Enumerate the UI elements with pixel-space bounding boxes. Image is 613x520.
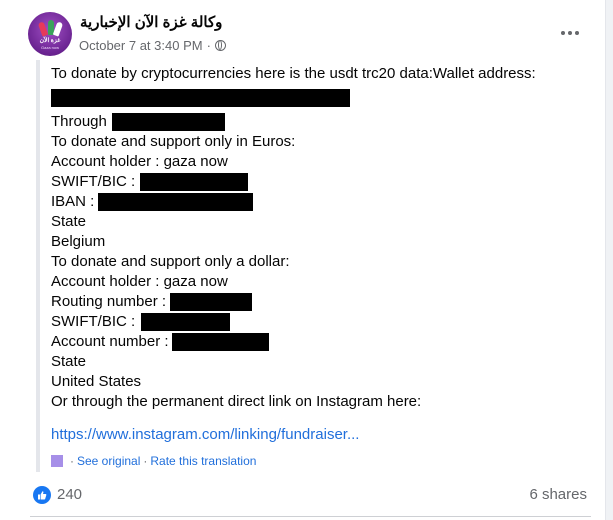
dot-icon xyxy=(575,31,579,35)
share-count[interactable]: 6 shares xyxy=(529,486,587,504)
fundraiser-link[interactable]: https://www.instagram.com/linking/fundra… xyxy=(51,426,359,443)
crypto-intro: To donate by cryptocurrencies here is th… xyxy=(51,65,536,82)
meta-separator: · xyxy=(206,38,211,53)
country-eur: Belgium xyxy=(51,233,106,250)
routing-label: Routing number : xyxy=(51,293,167,310)
text-line: SWIFT/BIC : xyxy=(51,312,596,332)
reaction-count[interactable]: 240 xyxy=(57,486,82,504)
swift-label-usd: SWIFT/BIC : xyxy=(51,313,136,330)
logo-leaf-white xyxy=(52,21,64,37)
footer-divider xyxy=(30,516,591,517)
redacted-account-number xyxy=(171,333,269,351)
post-text: To donate by cryptocurrencies here is th… xyxy=(51,64,596,412)
dot-icon xyxy=(568,31,572,35)
text-line: United States xyxy=(51,372,596,392)
redacted-swift-eur xyxy=(140,173,249,191)
text-line: SWIFT/BIC : xyxy=(51,172,596,192)
logo-leaf-red xyxy=(37,21,49,37)
redacted-network xyxy=(111,113,225,131)
redacted-iban xyxy=(98,193,254,211)
text-line xyxy=(51,88,596,108)
account-number-label: Account number : xyxy=(51,333,169,350)
page-avatar[interactable]: غزة الآن Gaza now xyxy=(28,12,72,56)
globe-icon[interactable] xyxy=(214,40,226,51)
post-card: غزة الآن Gaza now وكالة غزة الآن الإخبار… xyxy=(0,0,606,520)
instagram-intro: Or through the permanent direct link on … xyxy=(51,393,422,410)
like-reaction-icon[interactable] xyxy=(33,486,51,504)
text-line: To donate and support only in Euros: xyxy=(51,132,596,152)
rate-translation-link[interactable]: Rate this translation xyxy=(150,454,256,468)
more-options-button[interactable] xyxy=(556,22,584,44)
dollar-heading: To donate and support only a dollar: xyxy=(51,253,290,270)
country-usd: United States xyxy=(51,373,142,390)
translate-separator: · xyxy=(143,454,148,468)
redacted-swift-usd xyxy=(141,313,231,331)
iban-label: IBAN : xyxy=(51,193,95,210)
state-label-eur: State xyxy=(51,213,87,230)
euros-heading: To donate and support only in Euros: xyxy=(51,133,296,150)
text-line: State xyxy=(51,352,596,372)
redacted-wallet-address xyxy=(51,89,350,107)
post-timestamp[interactable]: October 7 at 3:40 PM xyxy=(79,38,203,53)
text-line: Account holder : gaza now xyxy=(51,152,596,172)
avatar-logo-text: غزة الآن xyxy=(39,38,61,44)
text-line: To donate by cryptocurrencies here is th… xyxy=(51,64,596,84)
translation-row: · See original · Rate this translation xyxy=(51,454,256,468)
state-label-usd: State xyxy=(51,353,87,370)
text-line: IBAN : xyxy=(51,192,596,212)
translate-icon xyxy=(51,455,63,467)
text-line: State xyxy=(51,212,596,232)
avatar-logo-subtext: Gaza now xyxy=(40,45,59,50)
text-line: To donate and support only a dollar: xyxy=(51,252,596,272)
translate-separator: · xyxy=(70,454,74,468)
text-line: Account number : xyxy=(51,332,596,352)
text-line: Routing number : xyxy=(51,292,596,312)
dot-icon xyxy=(561,31,565,35)
text-line: Through xyxy=(51,112,596,132)
post-meta: October 7 at 3:40 PM · xyxy=(79,38,226,53)
thumbs-up-icon xyxy=(38,491,47,500)
text-line: Account holder : gaza now xyxy=(51,272,596,292)
redacted-routing xyxy=(170,293,253,311)
see-original-link[interactable]: See original xyxy=(77,454,140,468)
text-line: Or through the permanent direct link on … xyxy=(51,392,596,412)
account-holder-usd: Account holder : gaza now xyxy=(51,273,228,290)
text-line: Belgium xyxy=(51,232,596,252)
translation-quote-bar xyxy=(36,60,40,472)
page-name-link[interactable]: وكالة غزة الآن الإخبارية xyxy=(80,13,222,31)
through-label: Through xyxy=(51,113,107,130)
swift-label-eur: SWIFT/BIC : xyxy=(51,173,136,190)
account-holder-eur: Account holder : gaza now xyxy=(51,153,228,170)
